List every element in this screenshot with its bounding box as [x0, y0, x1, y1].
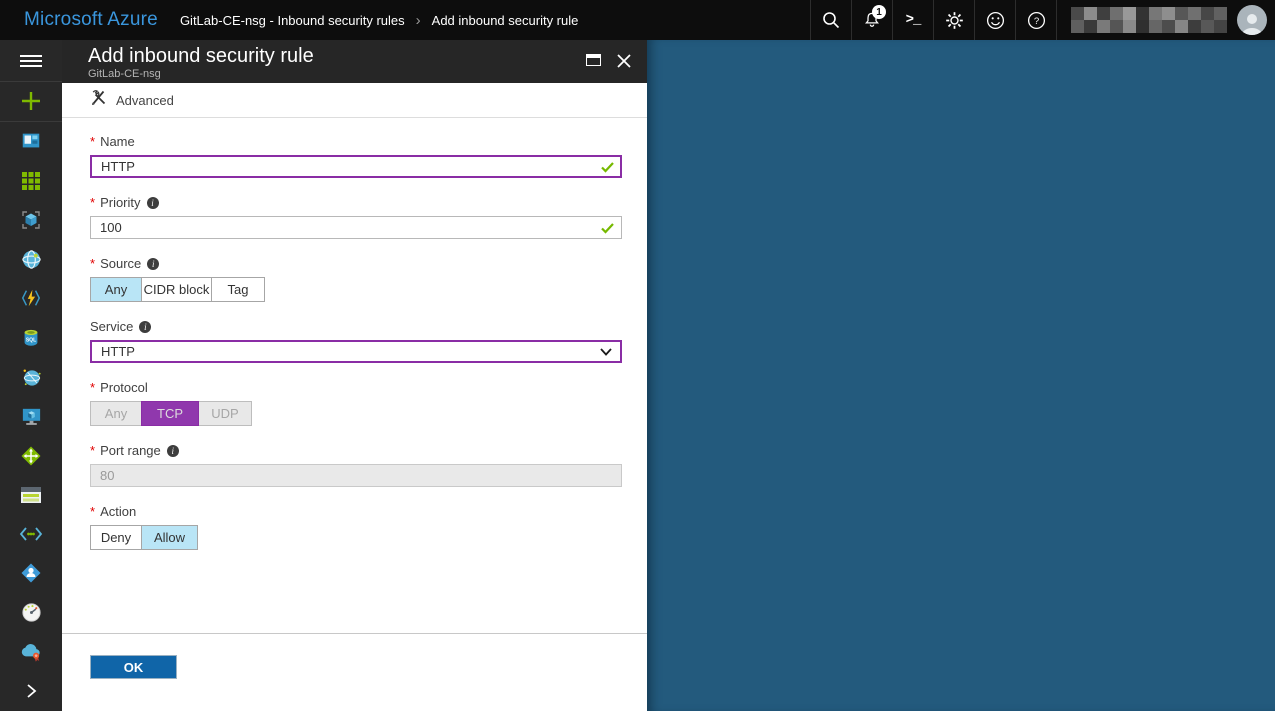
info-icon[interactable]: i	[147, 258, 159, 270]
hamburger-menu-icon[interactable]	[0, 40, 62, 82]
feedback-smiley-icon	[985, 10, 1006, 31]
action-option-allow[interactable]: Allow	[141, 525, 198, 550]
protocol-field-group: * Protocol Any TCP UDP	[90, 380, 622, 426]
expand-chevron-icon[interactable]	[0, 672, 62, 711]
ok-button[interactable]: OK	[90, 655, 177, 679]
azure-brand-logo[interactable]: Microsoft Azure	[0, 9, 158, 31]
required-asterisk: *	[90, 134, 95, 149]
load-balancers-icon[interactable]	[0, 436, 62, 475]
cloud-shell-icon: >_	[906, 12, 921, 28]
service-label: Service i	[90, 319, 622, 334]
close-blade-icon[interactable]	[617, 54, 631, 83]
function-apps-lightning-icon[interactable]	[0, 279, 62, 318]
valid-check-icon	[601, 160, 614, 178]
storage-accounts-icon[interactable]	[0, 475, 62, 514]
source-option-cidr-block[interactable]: CIDR block	[141, 277, 212, 302]
monitor-icon[interactable]	[0, 593, 62, 632]
add-inbound-security-rule-blade: Add inbound security rule GitLab-CE-nsg …	[62, 40, 647, 711]
settings-gear-icon	[944, 10, 965, 31]
breadcrumb-separator-icon: ›	[416, 12, 421, 29]
protocol-option-tcp: TCP	[141, 401, 199, 426]
info-icon[interactable]: i	[139, 321, 151, 333]
feedback-button[interactable]	[974, 0, 1015, 40]
help-icon: ?	[1026, 10, 1047, 31]
action-label: * Action	[90, 504, 622, 519]
dashboard-icon[interactable]	[0, 122, 62, 161]
virtual-networks-icon[interactable]	[0, 515, 62, 554]
source-option-tag[interactable]: Tag	[211, 277, 265, 302]
blade-footer: OK	[62, 633, 647, 711]
breadcrumb-item-nsg[interactable]: GitLab-CE-nsg - Inbound security rules	[180, 13, 405, 28]
action-toggle-group: Deny Allow	[90, 525, 622, 550]
protocol-toggle-group: Any TCP UDP	[90, 401, 622, 426]
required-asterisk: *	[90, 504, 95, 519]
advisor-icon[interactable]	[0, 632, 62, 671]
required-asterisk: *	[90, 443, 95, 458]
redacted-username	[1071, 7, 1227, 33]
info-icon[interactable]: i	[147, 197, 159, 209]
protocol-option-udp: UDP	[198, 401, 252, 426]
left-nav-sidebar: SQL	[0, 40, 62, 711]
service-dropdown[interactable]: HTTP	[90, 340, 622, 363]
required-asterisk: *	[90, 380, 95, 395]
valid-check-icon	[601, 221, 614, 239]
form-content: * Name * Priority i	[62, 118, 647, 633]
advanced-button[interactable]: Advanced	[62, 83, 647, 118]
blade-subtitle: GitLab-CE-nsg	[88, 68, 314, 81]
azure-active-directory-icon[interactable]	[0, 554, 62, 593]
port-range-field-group: * Port range i	[90, 443, 622, 487]
new-plus-icon[interactable]	[0, 82, 62, 121]
protocol-option-any: Any	[90, 401, 142, 426]
source-field-group: * Source i Any CIDR block Tag	[90, 256, 622, 302]
priority-label: * Priority i	[90, 195, 622, 210]
svg-text:SQL: SQL	[26, 338, 36, 344]
name-field-group: * Name	[90, 134, 622, 178]
breadcrumb: GitLab-CE-nsg - Inbound security rules ›…	[180, 12, 578, 29]
notification-count-badge: 1	[872, 5, 886, 19]
maximize-blade-icon[interactable]	[586, 54, 601, 66]
priority-input[interactable]	[90, 216, 622, 239]
source-toggle-group: Any CIDR block Tag	[90, 277, 622, 302]
source-option-any[interactable]: Any	[90, 277, 142, 302]
port-range-input	[90, 464, 622, 487]
required-asterisk: *	[90, 256, 95, 271]
protocol-label: * Protocol	[90, 380, 622, 395]
service-dropdown-value: HTTP	[101, 344, 135, 359]
avatar-icon[interactable]	[1237, 5, 1267, 35]
notifications-button[interactable]: 1	[851, 0, 892, 40]
blade-title: Add inbound security rule	[88, 45, 314, 68]
account-area[interactable]	[1056, 0, 1275, 40]
search-button[interactable]	[810, 0, 851, 40]
port-range-label: * Port range i	[90, 443, 622, 458]
service-field-group: Service i HTTP	[90, 319, 622, 363]
name-input[interactable]	[90, 155, 622, 178]
wrench-tools-icon	[91, 90, 107, 111]
source-label: * Source i	[90, 256, 622, 271]
virtual-machines-icon[interactable]	[0, 397, 62, 436]
action-field-group: * Action Deny Allow	[90, 504, 622, 550]
cloud-shell-button[interactable]: >_	[892, 0, 933, 40]
priority-field-group: * Priority i	[90, 195, 622, 239]
search-icon	[821, 10, 841, 30]
resource-groups-cube-icon[interactable]	[0, 200, 62, 239]
chevron-down-icon	[600, 344, 612, 359]
help-button[interactable]: ?	[1015, 0, 1056, 40]
advanced-label: Advanced	[116, 93, 174, 108]
dashboard-background	[647, 40, 1275, 711]
settings-button[interactable]	[933, 0, 974, 40]
blade-header: Add inbound security rule GitLab-CE-nsg	[62, 40, 647, 83]
app-services-globe-icon[interactable]	[0, 239, 62, 278]
cosmos-db-icon[interactable]	[0, 357, 62, 396]
topbar-actions: 1 >_ ?	[810, 0, 1275, 40]
required-asterisk: *	[90, 195, 95, 210]
svg-text:?: ?	[1033, 16, 1038, 27]
action-option-deny[interactable]: Deny	[90, 525, 142, 550]
all-resources-grid-icon[interactable]	[0, 161, 62, 200]
info-icon[interactable]: i	[167, 445, 179, 457]
top-bar: Microsoft Azure GitLab-CE-nsg - Inbound …	[0, 0, 1275, 40]
sql-databases-icon[interactable]: SQL	[0, 318, 62, 357]
name-label: * Name	[90, 134, 622, 149]
breadcrumb-item-current: Add inbound security rule	[432, 13, 579, 28]
